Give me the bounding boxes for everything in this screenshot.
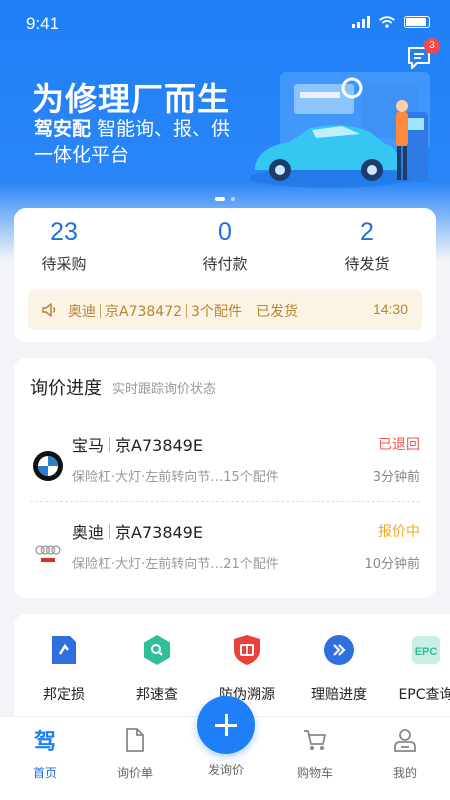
- home-icon-glyph: 驾: [34, 729, 56, 753]
- cart-icon: [304, 730, 326, 750]
- status-bar: 9:41: [0, 0, 450, 48]
- notice-time: 14:30: [372, 301, 408, 317]
- notice-parts: 3个配件: [191, 304, 242, 320]
- stat-value: 2: [360, 218, 374, 246]
- tool-damage-assessment[interactable]: 邦定损: [24, 634, 104, 704]
- stat-value: 23: [50, 218, 78, 246]
- message-badge: 3: [424, 38, 440, 54]
- tab-label: 我的: [392, 766, 417, 780]
- home-icon: 驾: [34, 729, 56, 755]
- stat-value: 0: [218, 218, 232, 246]
- stat-pending-purchase[interactable]: 23 待采购: [4, 218, 124, 274]
- stat-pending-shipment[interactable]: 2 待发货: [307, 218, 427, 274]
- notice-state: 已发货: [255, 304, 298, 320]
- notice-brand: 奥迪: [68, 304, 96, 320]
- tool-label: 邦速查: [136, 687, 178, 703]
- banner-dot[interactable]: [231, 197, 235, 201]
- document-icon: [52, 636, 76, 664]
- shipping-notice[interactable]: 奥迪 京A738472 3个配件 已发货 14:30: [28, 290, 422, 330]
- stat-label: 待采购: [41, 255, 87, 273]
- tab-inquiry-list[interactable]: 询价单: [100, 727, 170, 781]
- inquiry-brand: 奥迪: [72, 523, 105, 542]
- tool-label: EPC查询: [398, 687, 450, 703]
- wifi-icon: [379, 16, 395, 28]
- tab-label: 首页: [32, 766, 57, 780]
- tab-home[interactable]: 驾 首页: [10, 727, 80, 781]
- new-inquiry-button[interactable]: [197, 696, 255, 754]
- inquiry-item[interactable]: 宝马 京A73849E 已退回 保险杠·大灯·左前转向节…15个配件 3分钟前: [30, 428, 420, 500]
- battery-icon: [404, 16, 430, 28]
- tab-label[interactable]: 发询价: [190, 761, 262, 778]
- order-stats-card: 23 待采购 0 待付款 2 待发货 奥迪 京A738472 3个配件 已发货 …: [14, 208, 436, 342]
- section-subtitle: 实时跟踪询价状态: [112, 382, 217, 397]
- inquiry-plate: 京A73849E: [115, 523, 203, 542]
- tool-label: 邦定损: [43, 687, 85, 703]
- tool-epc[interactable]: EPC EPC查询: [386, 634, 450, 704]
- section-title: 询价进度: [30, 378, 102, 399]
- inquiry-status: 报价中: [378, 524, 420, 540]
- tab-label: 询价单: [116, 766, 153, 780]
- inquiry-parts: 保险杠·大灯·左前转向节…15个配件: [72, 470, 279, 485]
- profile-icon: [394, 729, 416, 752]
- inquiry-list-icon: [126, 728, 144, 752]
- tool-label: 理赔进度: [311, 687, 367, 703]
- inquiry-brand: 宝马: [72, 436, 105, 455]
- stat-label: 待付款: [202, 255, 248, 273]
- speaker-icon: [42, 303, 56, 317]
- inquiry-plate: 京A73849E: [115, 436, 203, 455]
- signal-icon: [352, 16, 370, 28]
- stat-pending-payment[interactable]: 0 待付款: [165, 218, 285, 274]
- divider: [30, 501, 420, 502]
- epc-badge-text: EPC: [415, 646, 438, 658]
- banner-illustration: [250, 72, 430, 188]
- tool-claim-progress[interactable]: 理赔进度: [299, 634, 379, 704]
- inquiry-parts: 保险杠·大灯·左前转向节…21个配件: [72, 557, 279, 572]
- bmw-logo: [33, 451, 63, 481]
- tool-quick-search[interactable]: 邦速查: [117, 634, 197, 704]
- tab-profile[interactable]: 我的: [370, 727, 440, 781]
- banner-tagline-1: 智能询、报、供: [97, 118, 231, 140]
- inquiry-time: 3分钟前: [372, 470, 420, 485]
- inquiry-item[interactable]: 奥迪 京A73849E 报价中 保险杠·大灯·左前转向节…21个配件 10分钟前: [30, 515, 420, 587]
- banner-tagline-2: 一体化平台: [34, 144, 130, 166]
- inquiry-progress-card: 询价进度 实时跟踪询价状态 宝马 京A73849E 已退回 保险杠·大灯·左前转…: [14, 358, 436, 598]
- notice-plate: 京A738472: [105, 304, 183, 320]
- banner-pagination: [0, 197, 450, 201]
- search-hexagon-icon: [144, 635, 170, 665]
- stat-label: 待发货: [344, 255, 390, 273]
- banner-dot-active[interactable]: [215, 197, 225, 201]
- tab-label: 购物车: [296, 766, 333, 780]
- tab-cart[interactable]: 购物车: [280, 727, 350, 781]
- epc-icon: EPC: [412, 636, 440, 664]
- audi-logo: [35, 545, 61, 562]
- inquiry-time: 10分钟前: [364, 557, 420, 572]
- inquiry-status: 已退回: [378, 437, 420, 453]
- status-time: 9:41: [26, 14, 60, 33]
- tool-anti-counterfeit[interactable]: 防伪溯源: [207, 634, 287, 704]
- banner-brand: 驾安配: [34, 118, 92, 140]
- shield-icon: [234, 635, 260, 665]
- forward-icon: [324, 635, 354, 665]
